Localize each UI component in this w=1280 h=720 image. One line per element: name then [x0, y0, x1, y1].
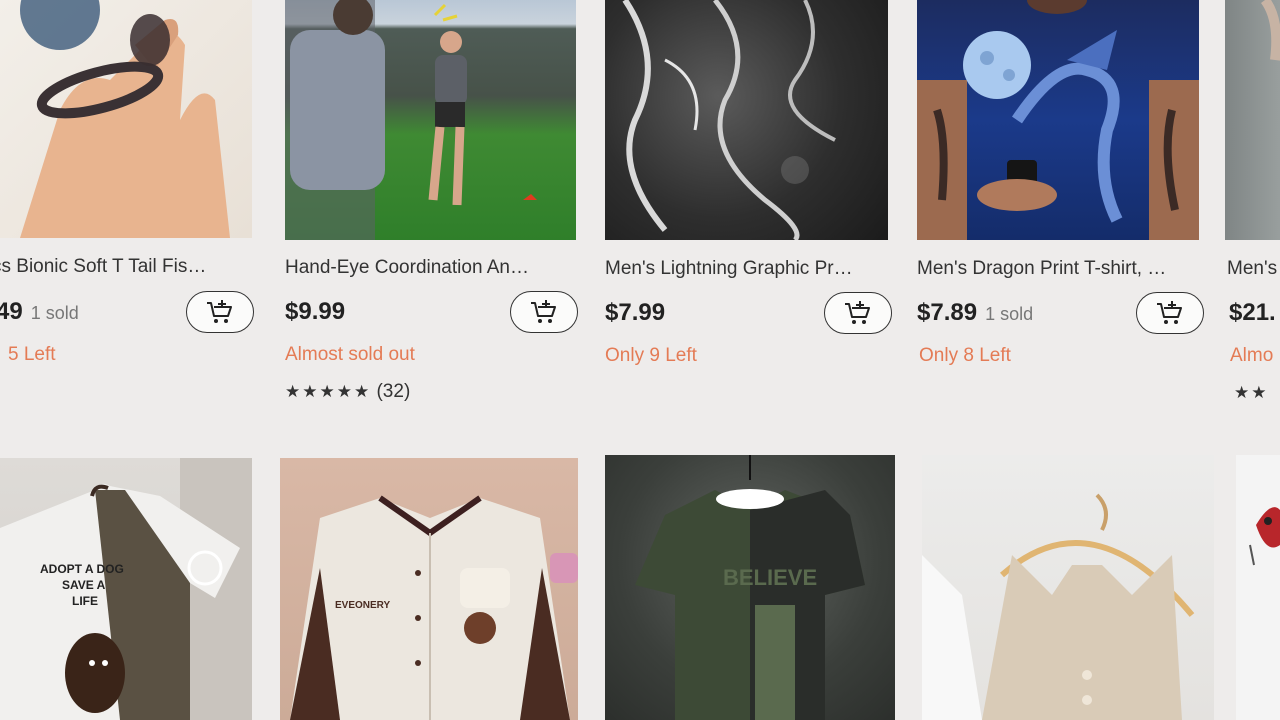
product-image[interactable]: [1236, 455, 1280, 720]
add-to-cart-icon: [845, 301, 870, 324]
price-value: 49: [0, 298, 23, 325]
product-image[interactable]: EVEONERY: [280, 458, 578, 720]
product-title[interactable]: Men's Lightning Graphic Pr…: [605, 258, 853, 280]
product-image[interactable]: [605, 0, 888, 240]
add-to-cart-icon: [531, 300, 556, 323]
product-image[interactable]: [285, 0, 576, 240]
product-card[interactable]: [1236, 455, 1280, 720]
tee-print-line3: LIFE: [72, 594, 98, 608]
price-value: $21.: [1229, 299, 1276, 326]
tee-print-line1: ADOPT A DOG: [40, 562, 124, 576]
star-icon: ★★: [1234, 383, 1269, 402]
add-to-cart-icon: [1157, 301, 1182, 324]
star-icon: ★★★★★: [285, 382, 372, 401]
product-card[interactable]: Men's $21. Almo ★★: [1222, 0, 1280, 440]
product-image[interactable]: [917, 0, 1199, 240]
product-rating[interactable]: ★★★★★ (32): [285, 381, 410, 403]
product-title[interactable]: Hand-Eye Coordination An…: [285, 257, 529, 279]
price-value: $7.89: [917, 299, 978, 326]
product-image[interactable]: BELIEVE: [605, 455, 895, 720]
product-image[interactable]: [922, 455, 1214, 720]
product-card[interactable]: [922, 455, 1214, 720]
product-card[interactable]: EVEONERY: [280, 458, 578, 720]
sold-count: 1 sold: [30, 303, 79, 323]
product-card[interactable]: ADOPT A DOG SAVE A LIFE: [0, 458, 252, 720]
tee-print-line2: SAVE A: [62, 578, 106, 592]
product-price: 49 1 sold: [0, 298, 79, 326]
add-to-cart-icon: [207, 300, 232, 323]
price-value: $9.99: [285, 298, 346, 325]
product-card[interactable]: Men's Lightning Graphic Pr… $7.99 Only 9…: [605, 0, 895, 440]
rating-count: (32): [376, 381, 411, 402]
product-title[interactable]: cs Bionic Soft T Tail Fis…: [0, 256, 206, 278]
product-card[interactable]: Men's Dragon Print T-shirt, … $7.89 1 sol…: [917, 0, 1207, 440]
product-image[interactable]: [0, 0, 252, 238]
tee-print-text: BELIEVE: [723, 565, 817, 590]
product-image[interactable]: [1225, 0, 1280, 240]
add-to-cart-button[interactable]: [1136, 292, 1204, 334]
product-price: $21.: [1229, 299, 1276, 327]
stock-status: Only 9 Left: [605, 345, 697, 366]
add-to-cart-button[interactable]: [186, 291, 254, 333]
stock-status: Almost sold out: [285, 344, 415, 365]
product-price: $9.99: [285, 298, 345, 326]
product-title[interactable]: Men's: [1227, 258, 1277, 280]
product-price: $7.99: [605, 299, 665, 327]
product-grid: cs Bionic Soft T Tail Fis… 49 1 sold 5 Le…: [0, 0, 1280, 720]
product-rating[interactable]: ★★: [1234, 382, 1268, 404]
add-to-cart-button[interactable]: [510, 291, 578, 333]
stock-status: 5 Left: [8, 344, 56, 365]
stock-status: Almo: [1230, 345, 1274, 366]
add-to-cart-button[interactable]: [824, 292, 892, 334]
product-card[interactable]: BELIEVE: [605, 455, 895, 720]
price-value: $7.99: [605, 299, 666, 326]
jacket-print-text: EVEONERY: [335, 600, 391, 611]
product-image[interactable]: ADOPT A DOG SAVE A LIFE: [0, 458, 252, 720]
product-title[interactable]: Men's Dragon Print T-shirt, …: [917, 258, 1166, 280]
product-price: $7.89 1 sold: [917, 299, 1033, 327]
sold-count: 1 sold: [985, 304, 1034, 324]
stock-status: Only 8 Left: [919, 345, 1011, 366]
product-card[interactable]: cs Bionic Soft T Tail Fis… 49 1 sold 5 Le…: [0, 0, 260, 440]
product-card[interactable]: Hand-Eye Coordination An… $9.99 Almost s…: [285, 0, 580, 440]
